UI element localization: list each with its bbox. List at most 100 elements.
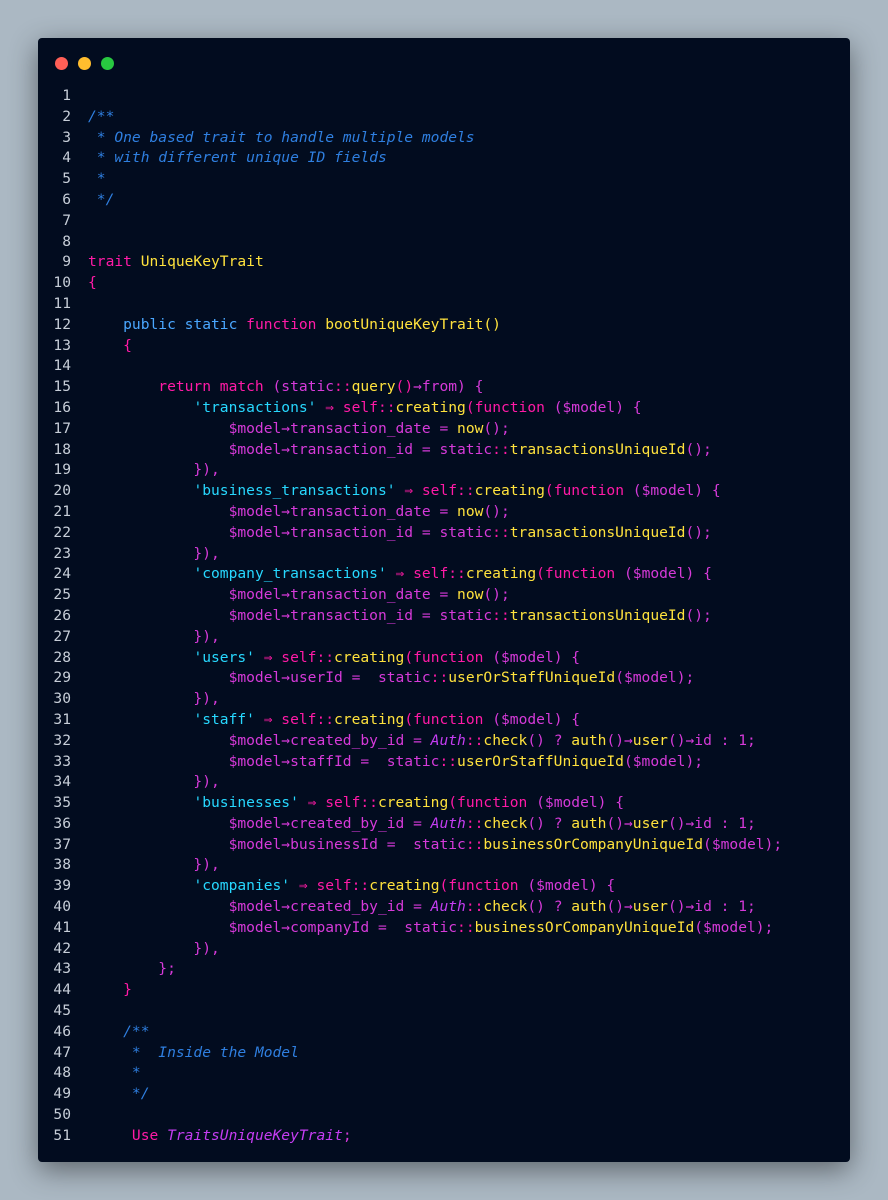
code-text: $model→transaction_id = static::transact… xyxy=(88,606,712,627)
line-number: 13 xyxy=(53,336,71,354)
code-token: $model→transaction_id = static xyxy=(88,606,493,624)
close-button[interactable] xyxy=(55,57,68,70)
line-number: 1 xyxy=(62,87,71,104)
code-token: * Inside the Model xyxy=(88,1043,299,1061)
code-token: $model→userId = static xyxy=(88,669,431,687)
code-token: :: xyxy=(360,794,378,812)
code-token: public static xyxy=(88,315,247,333)
code-token: :: xyxy=(465,898,484,916)
line-number: 7 xyxy=(62,211,71,229)
code-text: $model→companyId = static::businessOrCom… xyxy=(88,918,774,939)
code-token: Auth xyxy=(430,731,466,749)
code-token: (function xyxy=(404,648,493,666)
code-token: businessOrCompanyUniqueId xyxy=(483,835,704,853)
code-token: (static xyxy=(272,378,335,396)
code-token: 'staff' xyxy=(193,710,255,728)
code-text: public static function bootUniqueKeyTrai… xyxy=(88,315,501,336)
code-token: :: xyxy=(351,877,370,895)
code-line: 19 }), xyxy=(38,460,850,481)
code-token: :: xyxy=(465,731,484,749)
code-token: auth xyxy=(571,898,607,916)
code-token: transactionsUniqueId xyxy=(509,440,686,458)
line-number: 32 xyxy=(53,731,71,749)
code-token: (); xyxy=(685,523,712,541)
code-line: 43 }; xyxy=(38,959,850,980)
code-line: 1 xyxy=(38,86,850,107)
code-token: creating xyxy=(395,398,466,416)
code-token: $model→created_by_id = xyxy=(88,731,431,749)
line-number: 30 xyxy=(53,690,71,708)
line-number: 19 xyxy=(53,461,71,479)
line-number: 31 xyxy=(53,710,71,728)
line-number: 36 xyxy=(53,814,71,832)
line-number: 41 xyxy=(53,918,71,936)
code-text: } xyxy=(88,980,132,1001)
code-line: 26 $model→transaction_id = static::trans… xyxy=(38,606,850,627)
line-number: 4 xyxy=(62,149,71,167)
code-editor[interactable]: 1 2/** 3 * One based trait to handle multi… xyxy=(38,86,850,1147)
code-token: :: xyxy=(457,482,475,500)
code-line: 33 $model→staffId = static::userOrStaffU… xyxy=(38,752,850,773)
code-text: $model→staffId = static::userOrStaffUniq… xyxy=(88,752,703,773)
code-token: TraitsUniqueKeyTrait xyxy=(167,1126,343,1144)
code-token: :: xyxy=(334,378,352,396)
code-token: creating xyxy=(369,877,440,895)
code-text: $model→userId = static::userOrStaffUniqu… xyxy=(88,668,695,689)
code-token: user xyxy=(632,731,668,749)
code-token: :: xyxy=(492,523,510,541)
code-text: $model→transaction_date = now(); xyxy=(88,585,510,606)
code-token: (function xyxy=(465,398,554,416)
code-token: ($model); xyxy=(623,752,704,770)
code-text: }), xyxy=(88,544,219,565)
code-token: /** xyxy=(88,1022,150,1040)
line-number: 38 xyxy=(53,856,71,874)
code-text: */ xyxy=(88,190,115,211)
code-token: →from) { xyxy=(413,378,484,396)
code-token: ()→id : 1; xyxy=(667,814,756,832)
code-token: $model→created_by_id = xyxy=(88,814,431,832)
line-number: 14 xyxy=(53,357,71,375)
code-token: businessOrCompanyUniqueId xyxy=(474,918,695,936)
line-number: 51 xyxy=(53,1126,71,1144)
code-token: () ? xyxy=(527,814,572,832)
code-line: 30 }), xyxy=(38,689,850,710)
code-text: 'transactions' ⇒ self::creating(function… xyxy=(88,398,641,419)
code-token: :: xyxy=(430,669,449,687)
line-number: 21 xyxy=(53,502,71,520)
code-token: * xyxy=(88,1064,141,1082)
code-token: (function xyxy=(404,710,493,728)
code-token: check xyxy=(483,898,528,916)
code-line: 14 xyxy=(38,356,850,377)
maximize-button[interactable] xyxy=(101,57,114,70)
line-number: 29 xyxy=(53,669,71,687)
minimize-button[interactable] xyxy=(78,57,91,70)
line-number: 5 xyxy=(62,170,71,188)
code-text: }), xyxy=(88,627,219,648)
code-text: return match (static::query()→from) { xyxy=(88,377,483,398)
code-line: 6 */ xyxy=(38,190,850,211)
code-token: userOrStaffUniqueId xyxy=(448,669,616,687)
line-number: 9 xyxy=(62,253,71,271)
code-line: 31 'staff' ⇒ self::creating(function ($m… xyxy=(38,710,850,731)
code-text: 'businesses' ⇒ self::creating(function (… xyxy=(88,793,624,814)
code-token: user xyxy=(632,898,668,916)
line-number: 26 xyxy=(53,606,71,624)
line-number: 39 xyxy=(53,877,71,895)
code-text: trait UniqueKeyTrait xyxy=(88,252,264,273)
code-text: { xyxy=(88,336,132,357)
code-line: 36 $model→created_by_id = Auth::check() … xyxy=(38,814,850,835)
line-number: 10 xyxy=(53,274,71,292)
line-number: 28 xyxy=(53,648,71,666)
code-token: user xyxy=(632,814,668,832)
line-number: 34 xyxy=(53,773,71,791)
code-token: 'business_transactions' xyxy=(193,482,396,500)
code-token: :: xyxy=(457,918,475,936)
code-text: $model→created_by_id = Auth::check() ? a… xyxy=(88,814,756,835)
code-token: :: xyxy=(492,440,510,458)
code-token: :: xyxy=(492,606,510,624)
line-number: 43 xyxy=(53,960,71,978)
code-line: 25 $model→transaction_date = now(); xyxy=(38,585,850,606)
code-token: :: xyxy=(377,398,396,416)
line-number: 35 xyxy=(53,794,71,812)
code-text: }; xyxy=(88,959,176,980)
